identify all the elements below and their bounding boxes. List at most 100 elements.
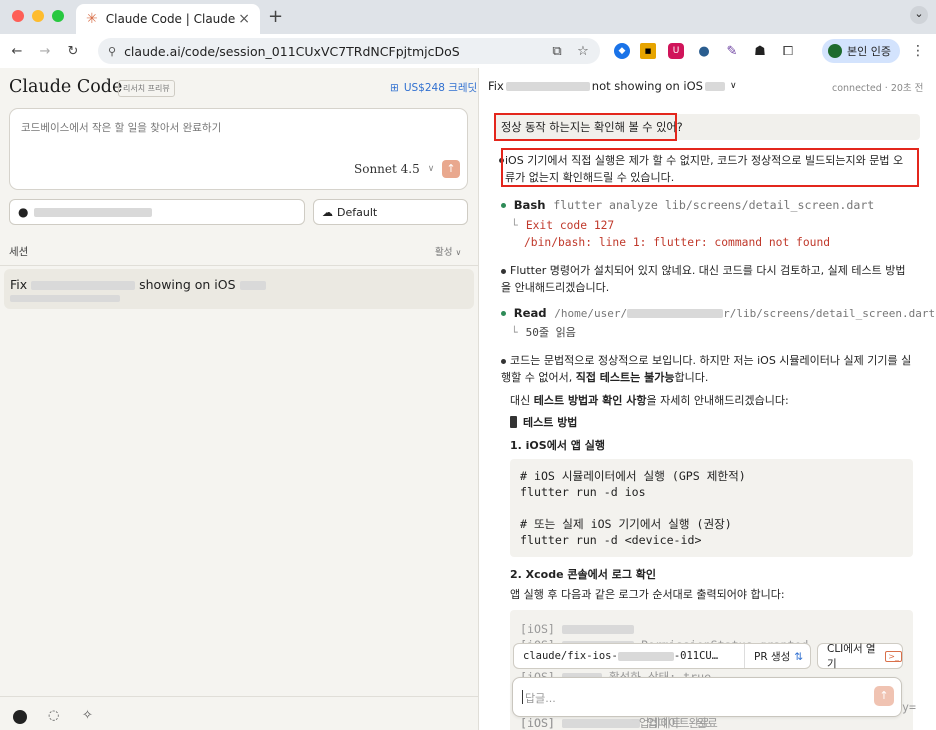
session-header-title[interactable]: Fix not showing on iOS ∨ [488,79,737,93]
back-arrow-icon[interactable]: ← [8,42,26,60]
redacted-path [627,309,724,318]
tool-output: └ Exit code 127 /bin/bash: line 1: flutte… [511,217,830,251]
header-title-mid: not showing on iOS [591,79,703,93]
code-line: flutter run -d <device-id> [520,533,702,547]
address-toolbar: ← → ↻ ⚲ claude.ai/code/session_011CUxVC7… [0,34,936,69]
account-avatar-icon[interactable] [13,710,27,724]
assistant-text: Flutter 명령어가 설치되어 있지 않네요. 대신 코드를 다시 검토하고… [501,264,906,294]
extension-people-icon[interactable]: ☗ [752,43,768,59]
bash-tool-call[interactable]: Bash flutter analyze lib/screens/detail_… [501,198,874,212]
extension-drop-icon[interactable]: ● [696,43,712,59]
tab-close-icon[interactable]: × [238,11,250,27]
chevron-down-icon: ∨ [455,248,462,257]
session-item[interactable]: Fix showing on iOS [4,269,474,309]
puzzle-icon[interactable]: ✧ [82,708,93,723]
extension-shield-icon[interactable]: U [668,43,684,59]
assistant-message: 코드는 문법적으로 정상적으로 보입니다. 하지만 저는 iOS 시뮬레이터나 … [501,352,915,386]
tool-path-end: r/lib/screens/detail_screen.dart [723,307,936,320]
forward-arrow-icon[interactable]: → [36,42,54,60]
redacted-title [31,281,136,290]
cast-icon[interactable]: ⧉ [548,42,566,60]
chat-bubble-icon[interactable]: ◌ [48,708,59,723]
browser-tab[interactable]: ✳ Claude Code | Claude × [76,4,260,34]
divider [0,265,478,266]
composer-placeholder: 코드베이스에서 작은 할 일을 찾아서 완료하기 [21,122,222,134]
preview-badge: 리서치 프리뷰 [118,80,175,97]
divider [744,644,745,668]
assistant-text: 대신 [510,394,534,407]
step-heading: 2. Xcode 콘솔에서 로그 확인 [510,568,657,581]
session-filter[interactable]: 활성 ∨ [435,244,461,258]
redacted-log [561,625,634,634]
create-pr-button[interactable]: PR 생성 ⇅ [754,649,803,664]
chevron-down-icon: ∨ [729,81,737,91]
bullet-icon [501,268,506,274]
reply-box[interactable]: 답글... ↑ [512,677,902,717]
highlight-box [501,148,919,187]
code-line: # iOS 시뮬레이터에서 실행 (GPS 제한적) [520,469,746,483]
left-pane: Claude Code 리서치 프리뷰 ⊞ US$248 크레딧 코드베이스에서… [0,68,479,730]
exit-code: Exit code 127 [525,219,615,232]
tool-name: Read [513,306,547,320]
reply-placeholder: 답글... [525,692,556,705]
site-settings-icon[interactable]: ⚲ [108,45,116,58]
close-window-button[interactable] [12,10,24,22]
step-heading: 1. iOS에서 앱 실행 [510,439,605,452]
log-line-below: [iOS] 업데이트 완료 [520,715,710,730]
tab-title: Claude Code | Claude [105,12,236,26]
verify-label: 본인 인증 [847,45,891,58]
extensions-puzzle-icon[interactable]: ⧠ [780,43,796,59]
sessions-heading: 세션 [9,246,29,258]
tool-output: └ 50줄 읽음 [511,324,576,340]
send-button[interactable]: ↑ [442,160,460,178]
chevron-down-icon: ∨ [427,164,435,174]
assistant-text-end: 합니다. [674,371,709,384]
minimize-window-button[interactable] [32,10,44,22]
browser-menu-icon[interactable]: ⋮ [910,42,926,60]
branch-tail: -011CU… [673,650,719,662]
open-in-cli-button[interactable]: CLI에서 열기 >_ [817,643,903,670]
redacted-branch [617,651,674,661]
assistant-text-end: 을 자세히 안내해드리겠습니다: [646,394,789,407]
log-text: 업데이트 완료 [638,716,710,730]
assistant-message: Flutter 명령어가 설치되어 있지 않네요. 대신 코드를 다시 검토하고… [501,262,915,296]
credit-link[interactable]: ⊞ US$248 크레딧 [390,80,477,95]
model-label: Sonnet 4.5 [354,162,420,176]
cloud-icon: ☁ [322,205,333,219]
extension-blue-icon[interactable]: ◆ [614,43,630,59]
app-title: Claude Code [9,77,123,97]
code-line: # 또는 실제 iOS 기기에서 실행 (권장) [520,517,732,531]
bullet-icon [501,358,506,364]
redacted-header [505,81,590,91]
extension-purple-icon[interactable]: ✎ [724,43,740,59]
redacted-session-meta [10,295,120,302]
tab-list-button[interactable]: ⌄ [910,6,928,24]
divider [0,696,478,697]
reply-send-button[interactable]: ↑ [874,686,894,706]
session-title: Fix showing on iOS [10,277,266,292]
pr-label: PR 생성 [754,651,791,663]
environment-selector[interactable]: ☁ Default [313,199,468,225]
address-bar[interactable]: ⚲ claude.ai/code/session_011CUxVC7TRdNCF… [98,38,600,64]
connection-status: connected · 20초 전 [832,83,924,94]
new-tab-button[interactable]: + [268,6,283,27]
bookmark-star-icon[interactable]: ☆ [574,42,592,60]
repo-selector[interactable]: ● [9,199,305,225]
log-prefix: [iOS] [520,716,555,730]
verify-identity-button[interactable]: 본인 인증 [822,39,900,63]
code-block: # iOS 시뮬레이터에서 실행 (GPS 제한적) flutter run -… [510,459,913,557]
tool-name: Bash [513,198,546,212]
reload-icon[interactable]: ↻ [64,42,82,60]
code-line: flutter run -d ios [520,485,646,499]
read-tool-call[interactable]: Read /home/user/r/lib/screens/detail_scr… [501,306,935,320]
extension-orange-icon[interactable]: ■ [640,43,656,59]
tab-bar: ✳ Claude Code | Claude × + ⌄ [0,0,936,34]
task-composer[interactable]: 코드베이스에서 작은 할 일을 찾아서 완료하기 Sonnet 4.5 ∨ ↑ [9,108,468,190]
credit-label: US$248 크레딧 [403,82,478,94]
assistant-bold: 테스트 방법과 확인 사항 [533,394,647,407]
maximize-window-button[interactable] [52,10,64,22]
model-selector[interactable]: Sonnet 4.5 ∨ [354,162,434,176]
redacted-title-end [239,281,266,290]
text-cursor [522,690,523,704]
